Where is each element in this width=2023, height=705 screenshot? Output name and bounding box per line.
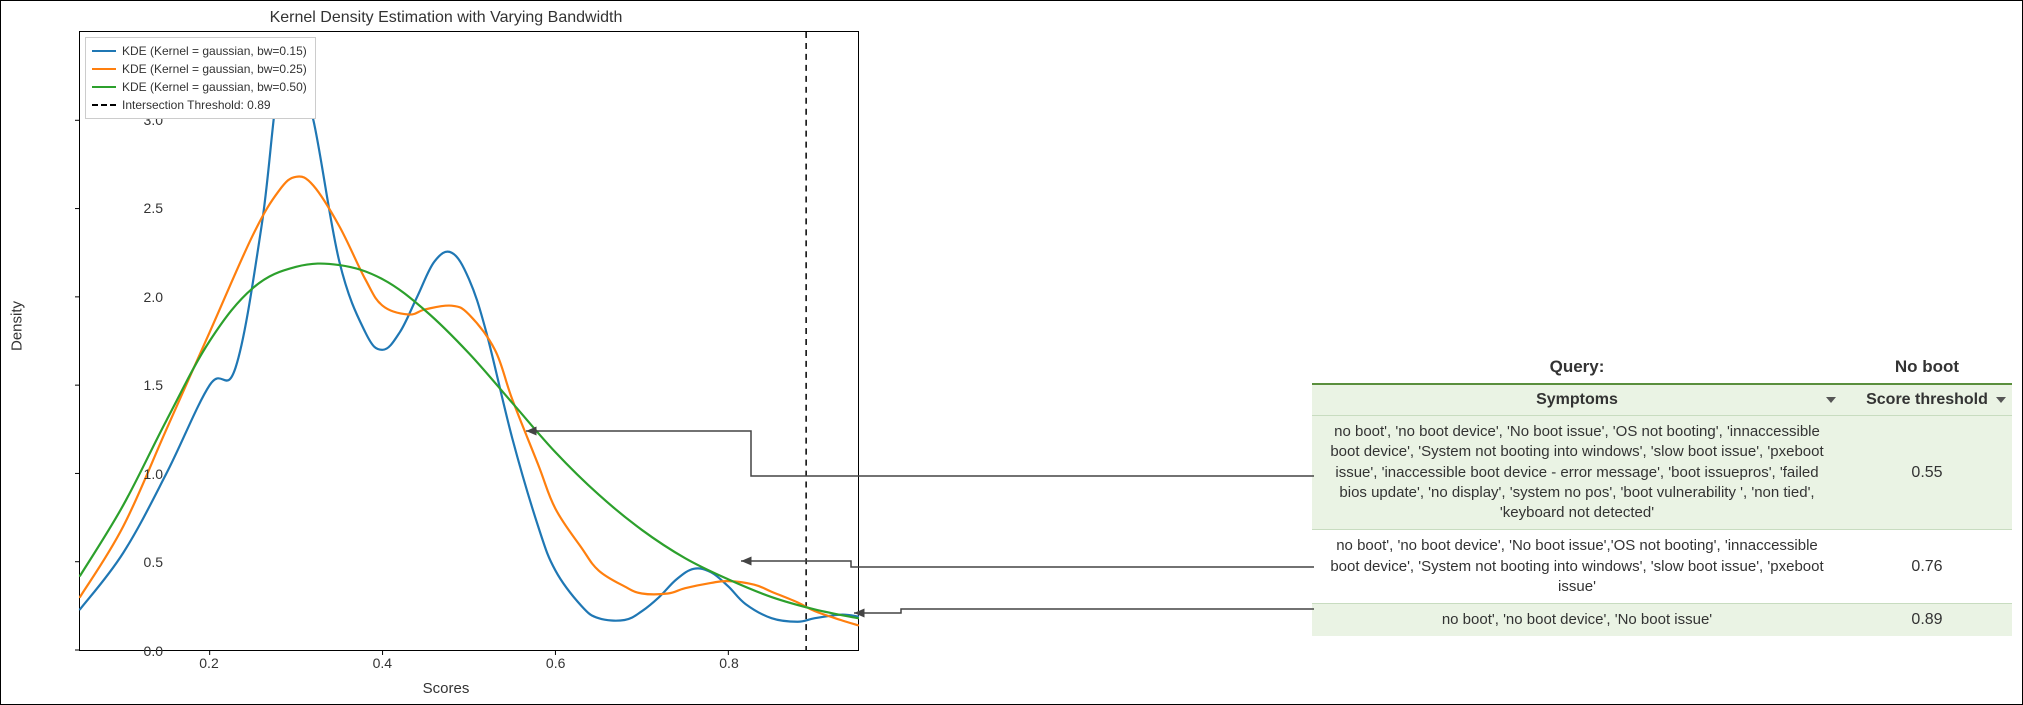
plot-area (79, 31, 859, 651)
chart-legend: KDE (Kernel = gaussian, bw=0.15)KDE (Ker… (85, 37, 316, 119)
query-header-right: No boot (1842, 351, 2012, 384)
legend-entry: KDE (Kernel = gaussian, bw=0.15) (92, 42, 307, 60)
page-root: Kernel Density Estimation with Varying B… (0, 0, 2023, 705)
score-cell: 0.55 (1842, 416, 2012, 530)
kde-chart: Kernel Density Estimation with Varying B… (11, 1, 881, 701)
legend-entry: Intersection Threshold: 0.89 (92, 96, 307, 114)
x-tick-label: 0.4 (373, 655, 392, 671)
symptoms-cell: no boot', 'no boot device', 'No boot iss… (1312, 416, 1842, 530)
y-tick-label: 1.0 (123, 466, 163, 482)
legend-entry: KDE (Kernel = gaussian, bw=0.25) (92, 60, 307, 78)
legend-label: Intersection Threshold: 0.89 (122, 96, 271, 114)
legend-label: KDE (Kernel = gaussian, bw=0.50) (122, 78, 307, 96)
score-cell: 0.76 (1842, 530, 2012, 604)
query-header-left: Query: (1312, 351, 1842, 384)
legend-swatch (92, 104, 116, 106)
table-row: no boot', 'no boot device', 'No boot iss… (1312, 604, 2012, 637)
y-axis-label: Density (9, 301, 26, 351)
y-tick-label: 0.5 (123, 554, 163, 570)
legend-label: KDE (Kernel = gaussian, bw=0.25) (122, 60, 307, 78)
y-tick-label: 0.0 (123, 643, 163, 659)
score-cell: 0.89 (1842, 604, 2012, 637)
x-axis-label: Scores (11, 680, 881, 697)
legend-entry: KDE (Kernel = gaussian, bw=0.50) (92, 78, 307, 96)
legend-swatch (92, 68, 116, 70)
x-tick-label: 0.8 (719, 655, 738, 671)
y-tick-label: 1.5 (123, 377, 163, 393)
chart-title: Kernel Density Estimation with Varying B… (11, 9, 881, 27)
symptoms-cell: no boot', 'no boot device', 'No boot iss… (1312, 604, 1842, 637)
y-tick-label: 2.0 (123, 289, 163, 305)
query-table: Query: No boot Symptoms Score threshold … (1312, 351, 2012, 636)
query-table-wrap: Query: No boot Symptoms Score threshold … (1312, 351, 2012, 636)
symptoms-dropdown[interactable]: Symptoms (1312, 384, 1842, 416)
table-row: no boot', 'no boot device', 'No boot iss… (1312, 416, 2012, 530)
x-tick-label: 0.6 (546, 655, 565, 671)
legend-label: KDE (Kernel = gaussian, bw=0.15) (122, 42, 307, 60)
legend-swatch (92, 86, 116, 88)
legend-swatch (92, 50, 116, 52)
symptoms-label: Symptoms (1536, 391, 1618, 408)
table-row: no boot', 'no boot device', 'No boot iss… (1312, 530, 2012, 604)
score-threshold-label: Score threshold (1866, 391, 1988, 408)
plot-svg (80, 32, 858, 650)
symptoms-cell: no boot', 'no boot device', 'No boot iss… (1312, 530, 1842, 604)
chevron-down-icon (1826, 397, 1836, 403)
chevron-down-icon (1996, 397, 2006, 403)
y-tick-label: 2.5 (123, 200, 163, 216)
x-tick-label: 0.2 (199, 655, 218, 671)
score-threshold-dropdown[interactable]: Score threshold (1842, 384, 2012, 416)
